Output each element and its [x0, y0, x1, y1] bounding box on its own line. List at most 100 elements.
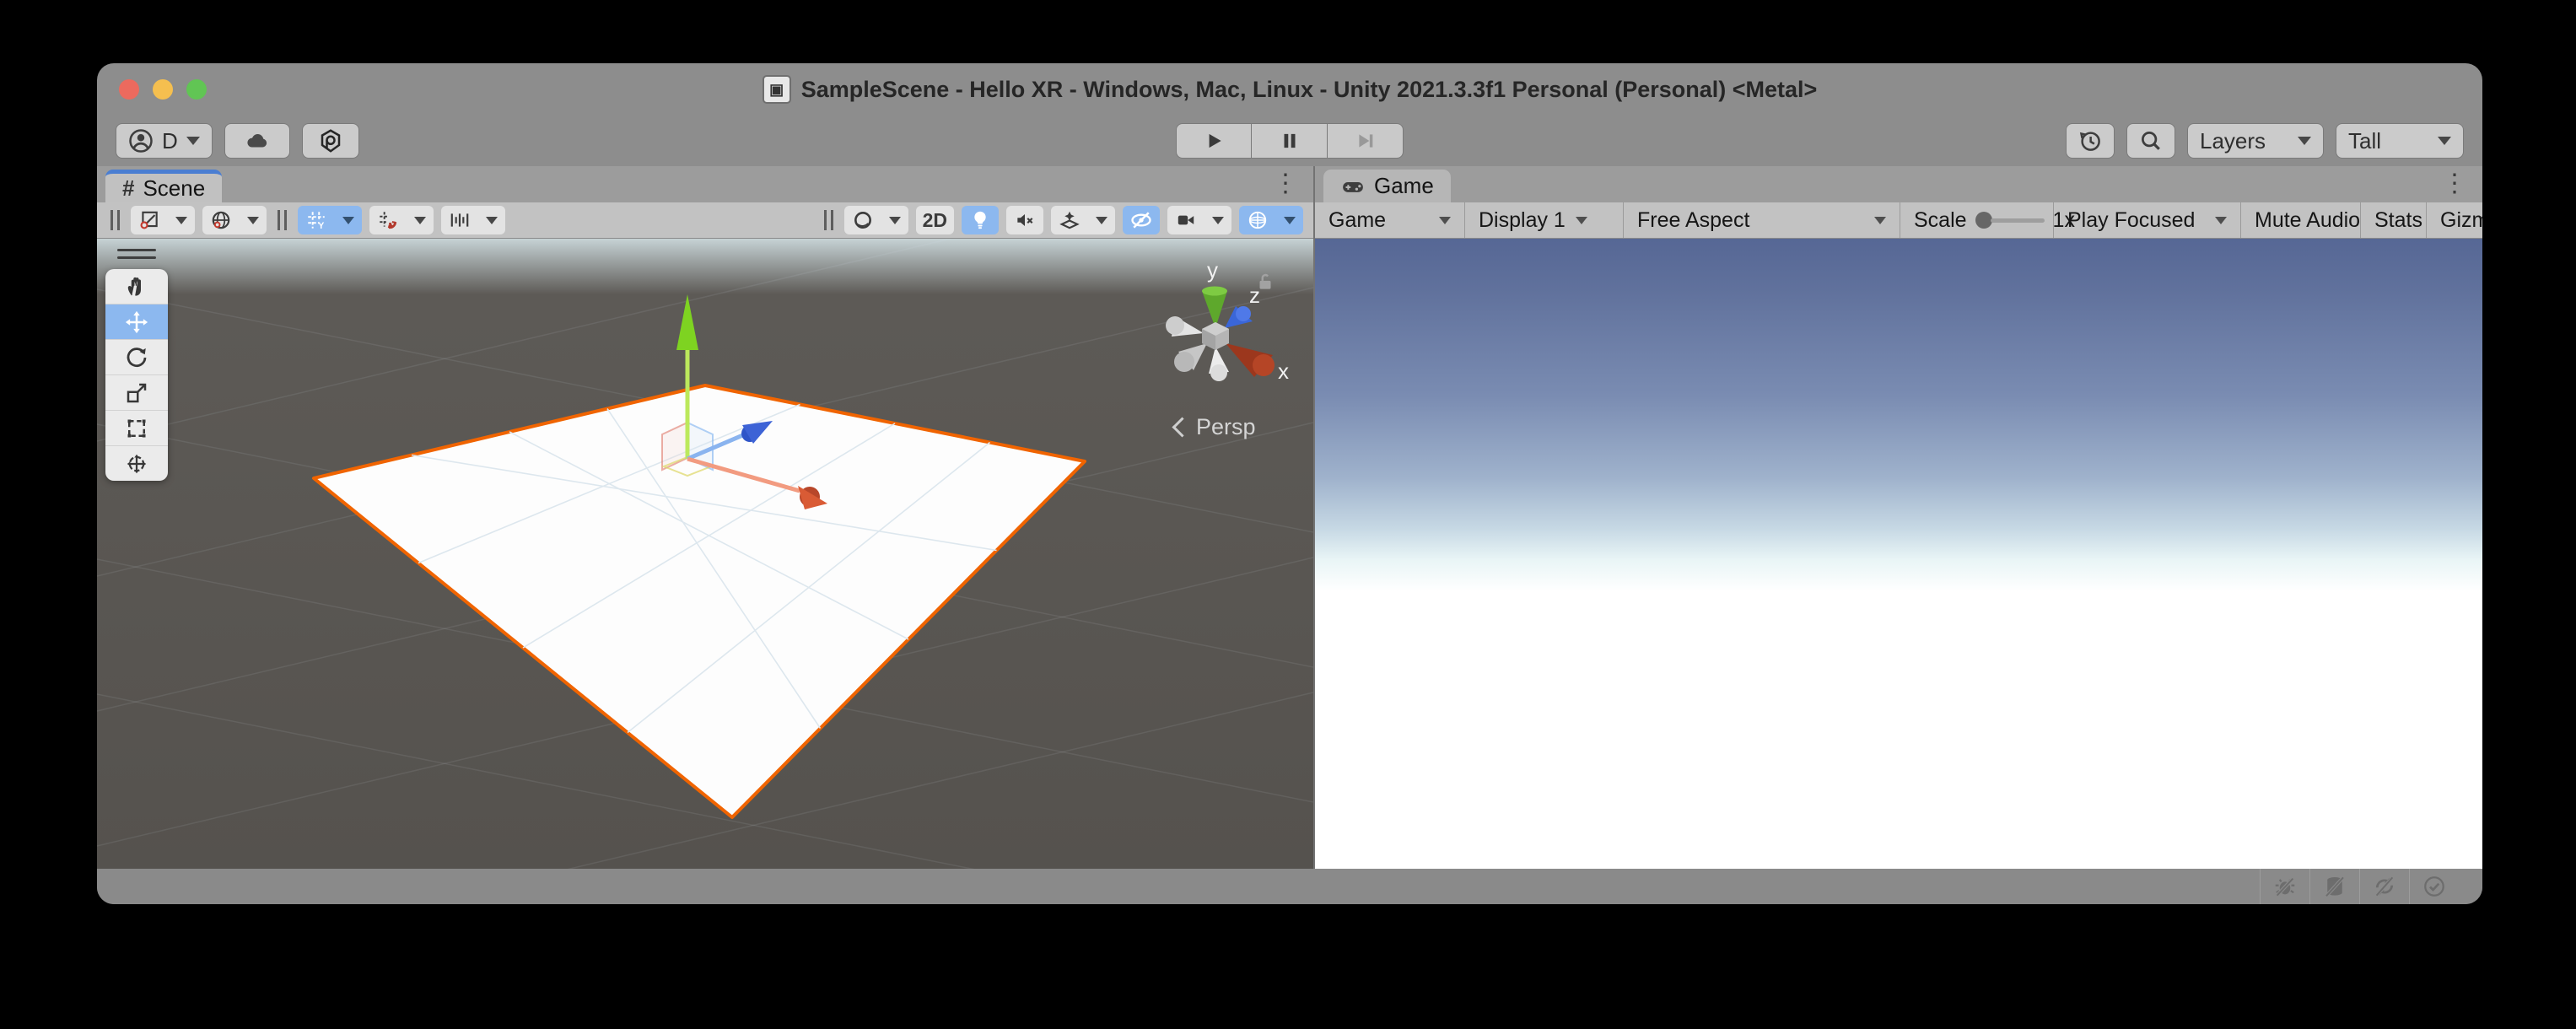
- game-panel-menu-icon[interactable]: ⋮: [2442, 170, 2467, 198]
- tab-game[interactable]: Game: [1323, 170, 1451, 202]
- search-button[interactable]: [2126, 123, 2175, 159]
- scene-viewport[interactable]: y z x Persp: [97, 239, 1313, 869]
- step-button[interactable]: [1328, 123, 1404, 159]
- refresh-disabled-icon: [2372, 874, 2397, 899]
- tool-hand[interactable]: [105, 269, 168, 304]
- step-icon: [1355, 130, 1377, 152]
- svg-text:Y: Y: [318, 221, 325, 231]
- lock-icon[interactable]: [1254, 271, 1276, 293]
- globe-icon: [202, 206, 240, 234]
- tool-settings-global-dropdown[interactable]: [202, 206, 267, 234]
- account-icon: [128, 128, 154, 154]
- debugger-status-button[interactable]: [2260, 869, 2309, 904]
- toolbar-drag-handle[interactable]: [278, 210, 287, 230]
- chevron-down-icon: [2438, 137, 2451, 145]
- plastic-scm-button[interactable]: [302, 123, 359, 159]
- chevron-down-icon: [186, 137, 200, 145]
- snap-dropdown[interactable]: [369, 206, 434, 234]
- gizmos-dropdown[interactable]: [1239, 206, 1303, 234]
- mute-audio-toggle[interactable]: Mute Audio: [2241, 202, 2361, 238]
- play-mode-behavior-dropdown[interactable]: Play Focused: [2054, 202, 2241, 238]
- axis-gizmo-z-cone[interactable]: [1225, 306, 1253, 328]
- tool-settings-pivot-dropdown[interactable]: [131, 206, 195, 234]
- display-label: Display 1: [1479, 208, 1566, 233]
- bug-disabled-icon: [2272, 874, 2298, 899]
- scene-document-icon: ▣: [763, 75, 791, 104]
- scale-control: Scale 1x: [1900, 202, 2054, 238]
- snap-increment-caret: [478, 206, 505, 234]
- hand-icon: [124, 274, 149, 299]
- projection-label-wrap[interactable]: Persp: [1175, 414, 1256, 440]
- tool-scale[interactable]: [105, 375, 168, 411]
- scale-slider[interactable]: [1975, 212, 2045, 229]
- gizmos-caret: [1276, 206, 1303, 234]
- close-button[interactable]: [119, 79, 139, 100]
- tools-drag-handle[interactable]: [117, 249, 156, 259]
- audio-muted-icon: [1014, 209, 1036, 231]
- scene-visibility-toggle[interactable]: [1123, 206, 1160, 234]
- pivot-caret: [168, 206, 195, 234]
- auto-refresh-status-button[interactable]: [2359, 869, 2409, 904]
- search-icon: [2138, 128, 2164, 154]
- mute-audio-label: Mute Audio: [2255, 208, 2360, 233]
- cloud-button[interactable]: [224, 123, 290, 159]
- toolbar-drag-handle[interactable]: [110, 210, 120, 230]
- axis-gizmo-x-cone[interactable]: [1226, 343, 1275, 377]
- scene-tab-bar: # Scene ⋮: [97, 166, 1313, 202]
- chevron-down-icon: [1439, 217, 1451, 224]
- account-dropdown[interactable]: D: [116, 123, 213, 159]
- slider-knob[interactable]: [1975, 212, 1992, 229]
- layout-dropdown[interactable]: Tall: [2336, 123, 2464, 159]
- tool-rect[interactable]: [105, 411, 168, 446]
- effects-dropdown[interactable]: [1051, 206, 1115, 234]
- chevron-down-icon: [2298, 137, 2311, 145]
- undo-history-button[interactable]: [2066, 123, 2115, 159]
- lightbulb-icon: [969, 209, 991, 231]
- toolbar-drag-handle[interactable]: [824, 210, 833, 230]
- compile-status-button[interactable]: [2409, 869, 2459, 904]
- aspect-ratio-dropdown[interactable]: Free Aspect: [1624, 202, 1900, 238]
- chevron-down-icon: [2215, 217, 2227, 224]
- check-circle-icon: [2422, 874, 2447, 899]
- layers-dropdown[interactable]: Layers: [2187, 123, 2324, 159]
- move-icon: [124, 310, 149, 335]
- tool-transform[interactable]: [105, 446, 168, 481]
- tool-rotate[interactable]: [105, 340, 168, 375]
- grid-visibility-dropdown[interactable]: Y: [298, 206, 362, 234]
- pause-button[interactable]: [1252, 123, 1328, 159]
- main-toolbar: D: [97, 116, 2482, 166]
- scene-panel: # Scene ⋮: [97, 166, 1315, 869]
- draw-mode-dropdown[interactable]: [844, 206, 908, 234]
- game-viewport[interactable]: [1315, 239, 2482, 869]
- zoom-button[interactable]: [186, 79, 207, 100]
- gamepad-icon: [1340, 174, 1366, 199]
- 2d-toggle[interactable]: 2D: [916, 206, 954, 234]
- cache-server-status-button[interactable]: [2309, 869, 2359, 904]
- scene-audio-toggle[interactable]: [1006, 206, 1043, 234]
- game-panel: Game ⋮ Game Display 1 Free Aspect: [1315, 166, 2482, 869]
- stats-toggle[interactable]: Stats: [2361, 202, 2427, 238]
- display-target-dropdown[interactable]: Game: [1315, 202, 1465, 238]
- game-gizmos-dropdown[interactable]: Gizmos: [2427, 202, 2482, 238]
- scene-panel-menu-icon[interactable]: ⋮: [1273, 170, 1298, 198]
- chevron-down-icon: [1874, 217, 1886, 224]
- snap-magnet-icon: [369, 206, 407, 234]
- gizmos-sphere-icon: [1239, 206, 1276, 234]
- snap-caret: [407, 206, 434, 234]
- snap-increment-dropdown[interactable]: [441, 206, 505, 234]
- game-gizmos-label: Gizmos: [2440, 208, 2482, 233]
- camera-settings-dropdown[interactable]: [1167, 206, 1231, 234]
- play-mode-controls: [1176, 123, 1404, 159]
- tool-move[interactable]: [105, 304, 168, 340]
- display-dropdown[interactable]: Display 1: [1465, 202, 1624, 238]
- ruler-icon: [441, 206, 478, 234]
- layout-label: Tall: [2348, 128, 2381, 154]
- play-button[interactable]: [1176, 123, 1252, 159]
- axis-gizmo-y-cone[interactable]: [1202, 287, 1227, 329]
- axis-gizmo-cube[interactable]: [1202, 322, 1229, 350]
- scene-grid-icon: #: [122, 175, 134, 202]
- title-bar[interactable]: ▣ SampleScene - Hello XR - Windows, Mac,…: [97, 63, 2482, 116]
- scene-lighting-toggle[interactable]: [962, 206, 999, 234]
- tab-scene[interactable]: # Scene: [105, 170, 222, 202]
- minimize-button[interactable]: [153, 79, 173, 100]
